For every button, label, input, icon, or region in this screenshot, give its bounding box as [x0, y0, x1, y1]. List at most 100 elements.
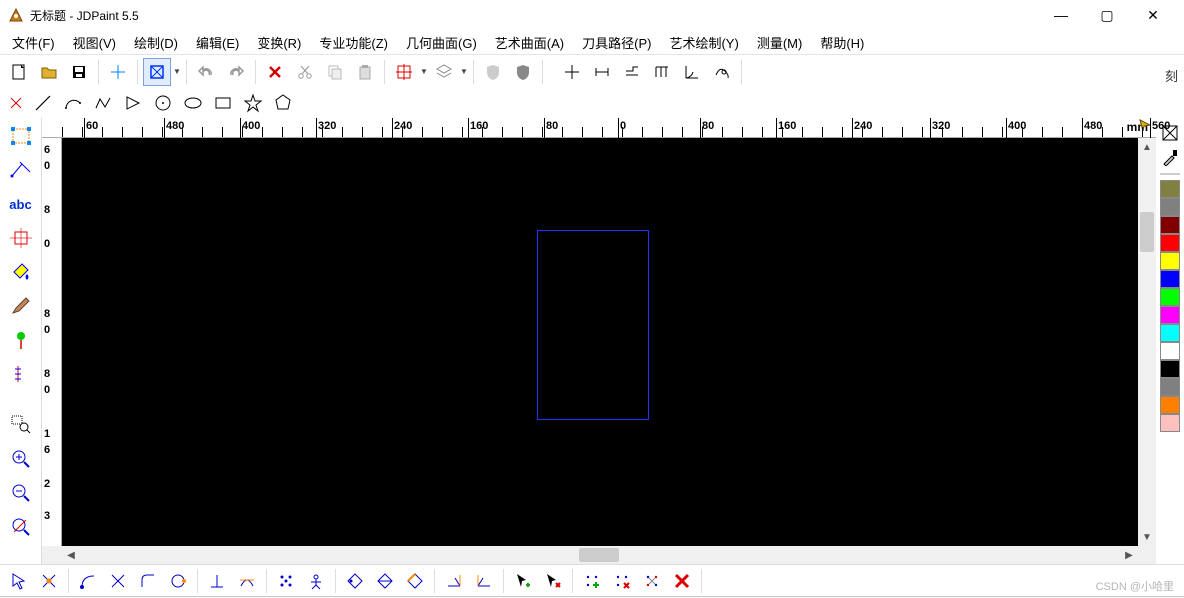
- layers-button[interactable]: [430, 58, 458, 86]
- dim-align-button[interactable]: [648, 58, 676, 86]
- line-tool-button[interactable]: [29, 89, 57, 117]
- diamond1-icon[interactable]: [341, 567, 369, 595]
- open-file-button[interactable]: [35, 58, 63, 86]
- scroll-left-arrow[interactable]: ◀: [62, 546, 80, 564]
- shield2-button[interactable]: [509, 58, 537, 86]
- color-swatch-12[interactable]: [1160, 396, 1180, 414]
- menu-pro[interactable]: 专业功能(Z): [315, 31, 392, 54]
- horizontal-scrollbar[interactable]: ◀ ▶: [42, 546, 1156, 564]
- menu-edit[interactable]: 编辑(E): [192, 31, 243, 54]
- minimize-button[interactable]: —: [1038, 0, 1084, 30]
- extend1-icon[interactable]: [440, 567, 468, 595]
- delete-button[interactable]: [261, 58, 289, 86]
- grid-swap-icon[interactable]: [638, 567, 666, 595]
- pointer-x-icon[interactable]: [539, 567, 567, 595]
- vscroll-thumb[interactable]: [1140, 212, 1154, 252]
- origin-button[interactable]: [104, 58, 132, 86]
- eyedropper-icon[interactable]: [1159, 146, 1181, 168]
- polygon-arrow-button[interactable]: [119, 89, 147, 117]
- select-box-dropdown[interactable]: ▼: [172, 67, 182, 76]
- brush-tool-icon[interactable]: [6, 292, 36, 320]
- undo-button[interactable]: [192, 58, 220, 86]
- color-swatch-10[interactable]: [1160, 360, 1180, 378]
- menu-measure[interactable]: 测量(M): [753, 31, 807, 54]
- paste-button[interactable]: [351, 58, 379, 86]
- zoom-window-icon[interactable]: [6, 410, 36, 438]
- snap-button[interactable]: [390, 58, 418, 86]
- menu-toolpath[interactable]: 刀具路径(P): [578, 31, 655, 54]
- circle-tool-button[interactable]: [149, 89, 177, 117]
- menu-geom[interactable]: 几何曲面(G): [402, 31, 481, 54]
- cut-button[interactable]: [291, 58, 319, 86]
- color-swatch-3[interactable]: [1160, 234, 1180, 252]
- color-swatch-11[interactable]: [1160, 378, 1180, 396]
- diamond2-icon[interactable]: [371, 567, 399, 595]
- canvas[interactable]: [62, 138, 1138, 546]
- cross-tool-button[interactable]: [558, 58, 586, 86]
- contour-button[interactable]: [708, 58, 736, 86]
- curve-fillet-icon[interactable]: [134, 567, 162, 595]
- node-edit-icon[interactable]: [35, 567, 63, 595]
- text-tool-icon[interactable]: abc: [6, 190, 36, 218]
- color-swatch-2[interactable]: [1160, 216, 1180, 234]
- angle-button[interactable]: [678, 58, 706, 86]
- grid-red-icon[interactable]: [608, 567, 636, 595]
- copy-button[interactable]: [321, 58, 349, 86]
- snap-grid-icon[interactable]: [272, 567, 300, 595]
- scroll-down-arrow[interactable]: ▼: [1138, 528, 1156, 546]
- maximize-button[interactable]: ▢: [1084, 0, 1130, 30]
- fill-tool-icon[interactable]: [6, 258, 36, 286]
- color-swatch-5[interactable]: [1160, 270, 1180, 288]
- scroll-up-arrow[interactable]: ▲: [1138, 138, 1156, 156]
- color-swatch-7[interactable]: [1160, 306, 1180, 324]
- zoom-reset-icon[interactable]: [6, 512, 36, 540]
- arc-tool-button[interactable]: [59, 89, 87, 117]
- polygon-tool-button[interactable]: [269, 89, 297, 117]
- menu-draw[interactable]: 绘制(D): [130, 31, 182, 54]
- menu-help[interactable]: 帮助(H): [816, 31, 868, 54]
- color-swatch-0[interactable]: [1160, 180, 1180, 198]
- curve-start-icon[interactable]: [74, 567, 102, 595]
- shield1-button[interactable]: [479, 58, 507, 86]
- ellipse-tool-button[interactable]: [179, 89, 207, 117]
- snap-dropdown[interactable]: ▼: [419, 67, 429, 76]
- new-file-button[interactable]: [5, 58, 33, 86]
- color-swatch-6[interactable]: [1160, 288, 1180, 306]
- menu-file[interactable]: 文件(F): [8, 31, 59, 54]
- hscroll-thumb[interactable]: [579, 548, 619, 562]
- extend2-icon[interactable]: [470, 567, 498, 595]
- snap-person-icon[interactable]: [302, 567, 330, 595]
- color-swatch-13[interactable]: [1160, 414, 1180, 432]
- curve-break-icon[interactable]: [104, 567, 132, 595]
- pin-tool-icon[interactable]: [6, 326, 36, 354]
- arrow-select-icon[interactable]: [5, 567, 33, 595]
- tangent-icon[interactable]: [233, 567, 261, 595]
- zoom-out-icon[interactable]: [6, 478, 36, 506]
- save-file-button[interactable]: [65, 58, 93, 86]
- transform-icon[interactable]: [6, 224, 36, 252]
- menu-transform[interactable]: 变换(R): [253, 31, 305, 54]
- star-tool-button[interactable]: [239, 89, 267, 117]
- dim-h-button[interactable]: [588, 58, 616, 86]
- polyline-tool-button[interactable]: [89, 89, 117, 117]
- dim-leader-button[interactable]: [618, 58, 646, 86]
- menu-art-draw[interactable]: 艺术绘制(Y): [665, 31, 742, 54]
- clear-x-icon[interactable]: [668, 567, 696, 595]
- select-box-button[interactable]: [143, 58, 171, 86]
- curve-loop-icon[interactable]: [164, 567, 192, 595]
- grid-green-icon[interactable]: [578, 567, 606, 595]
- zoom-in-icon[interactable]: [6, 444, 36, 472]
- drawn-rectangle[interactable]: [537, 230, 649, 420]
- redo-button[interactable]: [222, 58, 250, 86]
- layers-dropdown[interactable]: ▼: [459, 67, 469, 76]
- edit-points-icon[interactable]: [6, 156, 36, 184]
- bounding-box-icon[interactable]: [6, 122, 36, 150]
- color-swatch-4[interactable]: [1160, 252, 1180, 270]
- pointer-plus-icon[interactable]: [509, 567, 537, 595]
- menu-art-surf[interactable]: 艺术曲面(A): [491, 31, 568, 54]
- close-shape-toolbar-button[interactable]: [5, 89, 27, 117]
- close-button[interactable]: ✕: [1130, 0, 1176, 30]
- color-swatch-1[interactable]: [1160, 198, 1180, 216]
- vertical-scrollbar[interactable]: ▲ ▼: [1138, 138, 1156, 546]
- color-swatch-9[interactable]: [1160, 342, 1180, 360]
